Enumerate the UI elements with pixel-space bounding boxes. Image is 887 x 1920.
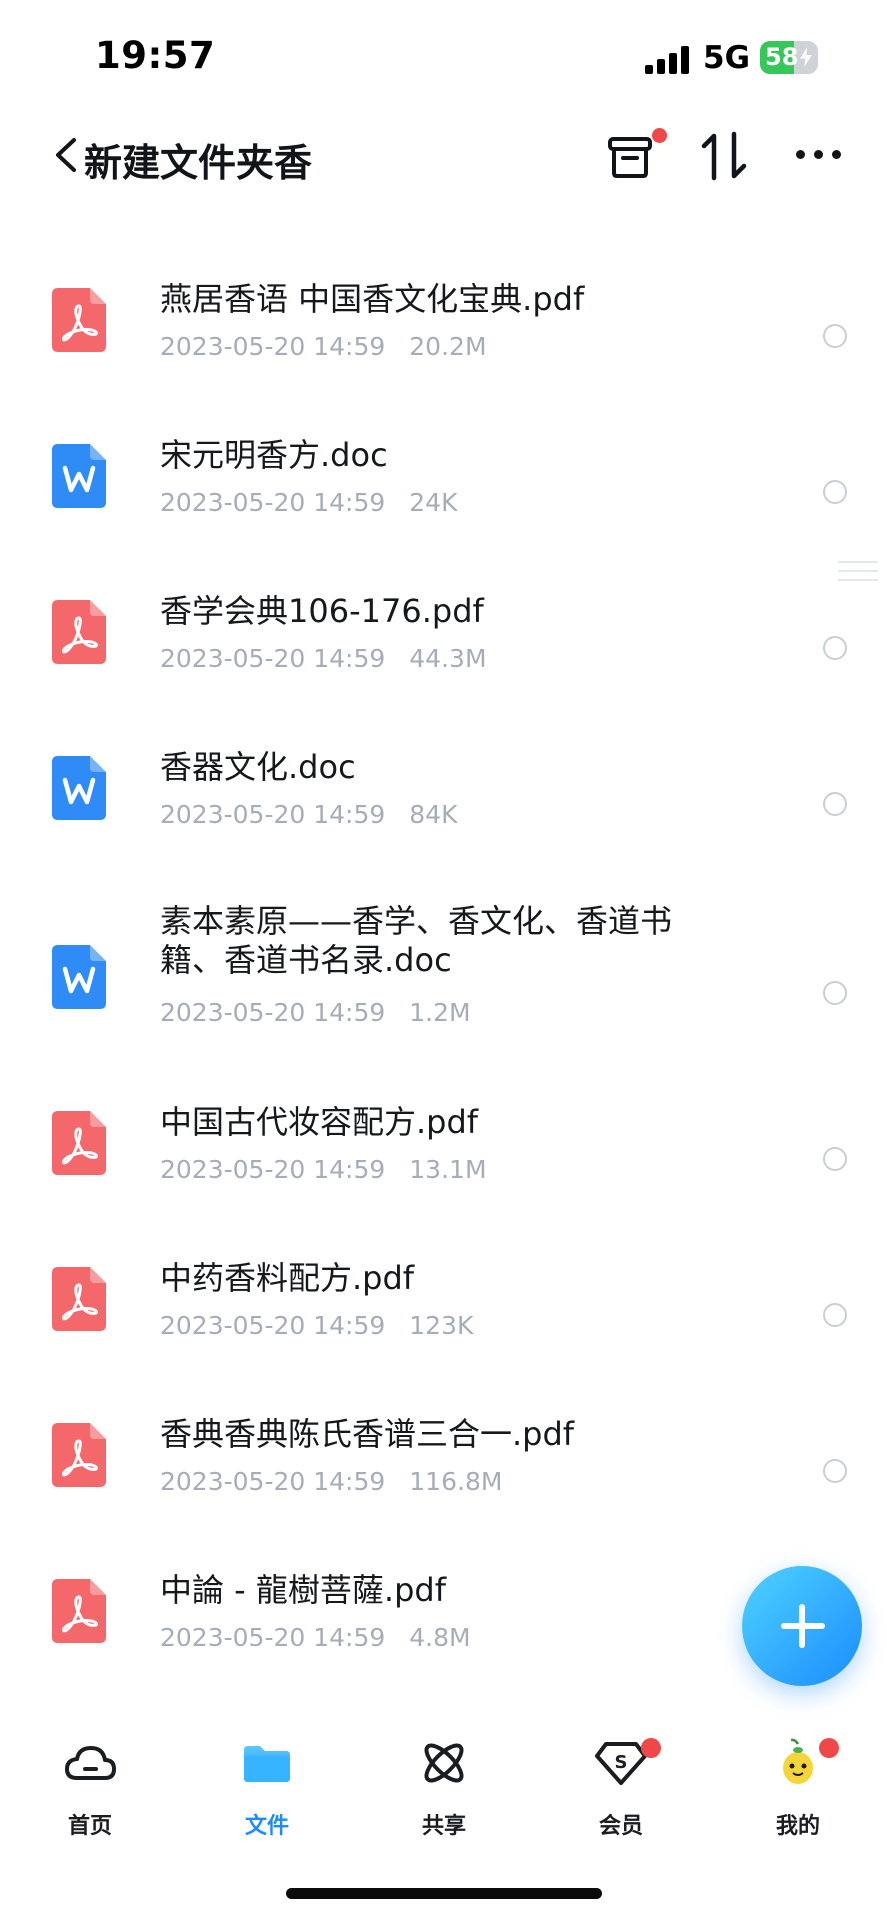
file-meta: 2023-05-20 14:59 44.3M: [160, 644, 487, 673]
tab-home[interactable]: 首页: [20, 1720, 160, 1840]
pdf-file-icon: [52, 1423, 106, 1487]
pdf-file-icon: [52, 1267, 106, 1331]
select-checkbox[interactable]: [823, 480, 847, 504]
file-meta: 2023-05-20 14:59 4.8M: [160, 1623, 471, 1652]
tab-files[interactable]: 文件: [197, 1720, 337, 1840]
file-date: 2023-05-20 14:59: [160, 332, 386, 361]
cloud-icon: [65, 1746, 116, 1780]
tab-bar: 首页 文件 共享 S 会员 我的: [0, 1720, 887, 1840]
archive-badge-dot: [652, 128, 667, 143]
file-size: 44.3M: [409, 644, 487, 673]
archive-icon[interactable]: [607, 135, 653, 179]
select-checkbox[interactable]: [823, 981, 847, 1005]
file-date: 2023-05-20 14:59: [160, 488, 386, 517]
sort-icon[interactable]: [700, 130, 750, 182]
page-title: 新建文件夹香: [84, 141, 313, 185]
tab-vip[interactable]: S 会员: [551, 1720, 691, 1840]
back-icon[interactable]: [52, 137, 80, 173]
signal-icon: [645, 46, 689, 74]
word-doc-icon: [52, 756, 106, 820]
file-date: 2023-05-20 14:59: [160, 1623, 386, 1652]
select-checkbox[interactable]: [823, 1147, 847, 1171]
avatar-icon: [783, 1738, 813, 1784]
file-size: 1.2M: [409, 998, 471, 1027]
select-checkbox[interactable]: [823, 1303, 847, 1327]
select-checkbox[interactable]: [823, 1459, 847, 1483]
file-date: 2023-05-20 14:59: [160, 800, 386, 829]
file-meta: 2023-05-20 14:59 20.2M: [160, 332, 487, 361]
file-date: 2023-05-20 14:59: [160, 998, 386, 1027]
scroll-indicator: [838, 561, 878, 591]
file-date: 2023-05-20 14:59: [160, 1155, 386, 1184]
tab-label-me: 我的: [775, 1814, 820, 1839]
file-name: 香学会典106-176.pdf: [160, 592, 484, 630]
share-orbit-icon: [424, 1743, 464, 1783]
folder-icon: [244, 1746, 290, 1782]
tab-label-share: 共享: [421, 1814, 466, 1839]
file-name: 宋元明香方.doc: [160, 436, 388, 474]
file-date: 2023-05-20 14:59: [160, 1311, 386, 1340]
file-meta: 2023-05-20 14:59 13.1M: [160, 1155, 487, 1184]
select-checkbox[interactable]: [823, 636, 847, 660]
svg-text:S: S: [615, 1752, 628, 1773]
file-meta: 2023-05-20 14:59 123K: [160, 1311, 473, 1340]
status-time: 19:57: [95, 34, 216, 77]
pdf-file-icon: [52, 1579, 106, 1643]
file-name: 香器文化.doc: [160, 748, 356, 786]
tab-me[interactable]: 我的: [728, 1720, 868, 1840]
network-label: 5G: [703, 40, 751, 76]
file-meta: 2023-05-20 14:59 1.2M: [160, 998, 471, 1027]
tab-share[interactable]: 共享: [374, 1720, 514, 1840]
me-badge-dot: [819, 1738, 839, 1758]
file-name: 中国古代妆容配方.pdf: [160, 1103, 479, 1141]
file-size: 4.8M: [409, 1623, 471, 1652]
pdf-file-icon: [52, 1111, 106, 1175]
home-indicator: [286, 1888, 602, 1899]
tab-label-vip: 会员: [598, 1814, 643, 1839]
file-name: 香典香典陈氏香谱三合一.pdf: [160, 1415, 575, 1453]
select-checkbox[interactable]: [823, 324, 847, 348]
vip-diamond-icon: S: [595, 1742, 647, 1785]
vip-badge-dot: [641, 1738, 661, 1758]
word-doc-icon: [52, 945, 106, 1009]
file-name: 中論 - 龍樹菩薩.pdf: [160, 1571, 446, 1609]
file-size: 116.8M: [409, 1467, 503, 1496]
word-doc-icon: [52, 444, 106, 508]
add-button[interactable]: [742, 1566, 862, 1686]
tab-label-home: 首页: [67, 1814, 112, 1839]
file-date: 2023-05-20 14:59: [160, 1467, 386, 1496]
file-meta: 2023-05-20 14:59 84K: [160, 800, 458, 829]
file-name: 素本素原——香学、香文化、香道书籍、香道书名录.doc: [160, 902, 673, 979]
battery-icon: 58: [760, 41, 818, 74]
file-size: 24K: [409, 488, 458, 517]
pdf-file-icon: [52, 288, 106, 352]
pdf-file-icon: [52, 600, 106, 664]
status-bar: 19:57 5G 58: [0, 0, 887, 110]
file-name: 中药香料配方.pdf: [160, 1259, 415, 1297]
file-size: 123K: [409, 1311, 474, 1340]
select-checkbox[interactable]: [823, 792, 847, 816]
file-size: 20.2M: [409, 332, 487, 361]
file-size: 84K: [409, 800, 458, 829]
file-name: 燕居香语 中国香文化宝典.pdf: [160, 280, 585, 318]
tab-label-files: 文件: [244, 1814, 289, 1839]
file-date: 2023-05-20 14:59: [160, 644, 386, 673]
more-icon[interactable]: [796, 150, 842, 160]
file-size: 13.1M: [409, 1155, 487, 1184]
file-meta: 2023-05-20 14:59 24K: [160, 488, 458, 517]
file-meta: 2023-05-20 14:59 116.8M: [160, 1467, 502, 1496]
